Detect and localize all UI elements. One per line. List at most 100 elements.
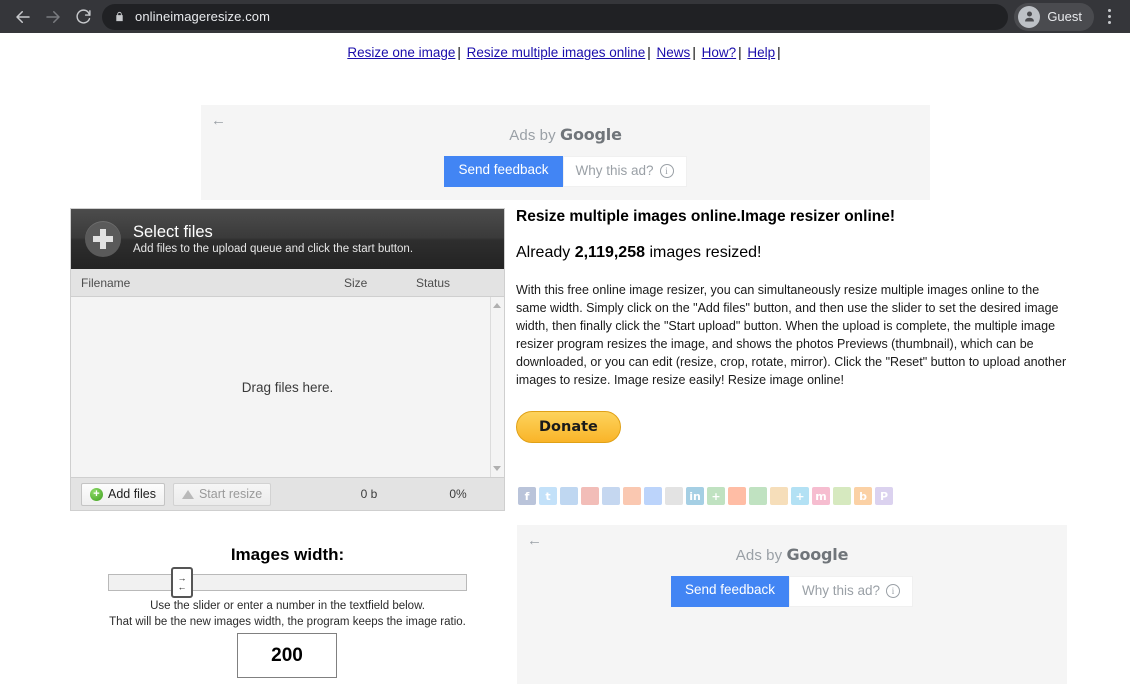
nav-separator: | — [647, 45, 651, 60]
site-nav: Resize one image | Resize multiple images… — [0, 33, 1130, 60]
reload-icon — [75, 9, 91, 24]
blogger-icon[interactable]: b — [854, 487, 872, 505]
uploader-subtitle: Add files to the upload queue and click … — [133, 243, 414, 256]
back-arrow-icon — [16, 10, 30, 23]
address-bar-url: onlineimageresize.com — [135, 9, 271, 24]
profile-button[interactable]: Guest — [1014, 2, 1094, 31]
nav-separator: | — [457, 45, 461, 60]
green-plus-icon: + — [90, 487, 103, 501]
twitter-icon[interactable]: t — [539, 487, 557, 505]
nav-link-resize-one[interactable]: Resize one image — [347, 45, 455, 60]
why-this-ad-button[interactable]: Why this ad? i — [789, 576, 914, 607]
ad-back-arrow-icon[interactable]: ← — [211, 113, 226, 128]
google-wordmark: Google — [560, 125, 622, 144]
arrow-left-glyph: ← — [177, 582, 187, 592]
upload-arrow-icon — [181, 489, 194, 499]
add-green-icon[interactable]: + — [707, 487, 725, 505]
arrow-right-glyph: → — [177, 573, 187, 583]
ad-label-prefix: Ads by — [509, 127, 556, 144]
browser-toolbar: onlineimageresize.com Guest — [0, 0, 1130, 33]
ad-banner-bottom: ← Ads by Google Send feedback Why this a… — [517, 525, 1067, 684]
images-width-title: Images width: — [230, 545, 345, 564]
dropzone-scrollbar[interactable] — [490, 297, 504, 477]
slider-hint-line1: Use the slider or enter a number in the … — [150, 600, 425, 612]
social-share-row: f t in + + m b P — [518, 487, 893, 505]
rss-icon[interactable] — [623, 487, 641, 505]
file-uploader-panel: Select files Add files to the upload que… — [70, 208, 505, 511]
chat-green-icon[interactable] — [749, 487, 767, 505]
file-dropzone[interactable]: Drag files here. — [71, 297, 504, 478]
uploader-header: Select files Add files to the upload que… — [71, 209, 504, 269]
plus-icon[interactable] — [85, 221, 121, 257]
reddit-icon[interactable] — [728, 487, 746, 505]
width-input[interactable]: 200 — [237, 633, 337, 678]
three-dot-menu-icon[interactable] — [1096, 3, 1122, 31]
windows-icon[interactable] — [560, 487, 578, 505]
google-icon[interactable] — [581, 487, 599, 505]
nav-link-news[interactable]: News — [657, 45, 691, 60]
reload-button[interactable] — [68, 2, 98, 32]
column-header-size: Size — [344, 275, 368, 290]
description-paragraph: With this free online image resizer, you… — [516, 282, 1067, 388]
slider-hint: Use the slider or enter a number in the … — [70, 599, 505, 630]
ads-by-google-label: Ads by Google — [201, 105, 930, 144]
nav-link-resize-multiple[interactable]: Resize multiple images online — [467, 45, 646, 60]
send-feedback-button[interactable]: Send feedback — [444, 156, 563, 187]
lock-glyph — [116, 11, 123, 22]
start-resize-label: Start resize — [198, 486, 263, 501]
nav-link-how[interactable]: How? — [702, 45, 737, 60]
google-plus-icon[interactable] — [644, 487, 662, 505]
linkedin-icon[interactable]: in — [686, 487, 704, 505]
nav-link-help[interactable]: Help — [747, 45, 775, 60]
page-body: Resize one image | Resize multiple images… — [0, 33, 1130, 684]
pinterest-icon[interactable]: P — [875, 487, 893, 505]
google-wordmark: Google — [786, 545, 849, 564]
avatar-glyph — [1024, 11, 1034, 22]
forward-arrow-icon — [46, 10, 60, 23]
column-header-status: Status — [416, 275, 451, 290]
width-slider-handle[interactable]: → ← — [171, 567, 193, 598]
page-title: Resize multiple images online.Image resi… — [516, 208, 896, 225]
uploader-title: Select files — [133, 222, 213, 241]
facebook-icon[interactable]: f — [518, 487, 536, 505]
ad-back-arrow-icon[interactable]: ← — [527, 533, 542, 548]
ad-button-group: Send feedback Why this ad? i — [517, 576, 1067, 607]
info-icon: i — [659, 164, 674, 179]
why-this-ad-label: Why this ad? — [802, 583, 881, 598]
uploader-column-headers: Filename Size Status — [71, 269, 504, 297]
dropzone-label: Drag files here. — [241, 379, 334, 395]
total-size-value: 0 b — [360, 487, 378, 501]
share-multi-icon[interactable] — [833, 487, 851, 505]
lock-icon — [114, 10, 125, 23]
blue-share-icon[interactable] — [602, 487, 620, 505]
scroll-down-arrow-icon[interactable] — [493, 466, 501, 471]
forward-button[interactable] — [38, 2, 68, 32]
back-button[interactable] — [8, 2, 38, 32]
donate-button[interactable]: Donate — [516, 411, 621, 444]
mixx-icon[interactable]: m — [812, 487, 830, 505]
add-blue-icon[interactable]: + — [791, 487, 809, 505]
info-icon: i — [886, 584, 901, 599]
why-this-ad-button[interactable]: Why this ad? i — [562, 156, 687, 187]
ad-button-group: Send feedback Why this ad? i — [201, 156, 930, 187]
grey-share-icon[interactable] — [665, 487, 683, 505]
progress-percent-value: 0% — [449, 487, 467, 501]
scroll-up-arrow-icon[interactable] — [493, 303, 501, 308]
resized-counter: Already 2,119,258 images resized! — [516, 244, 1068, 262]
nav-separator: | — [692, 45, 696, 60]
ad-banner-top: ← Ads by Google Send feedback Why this a… — [201, 105, 930, 200]
nav-separator: | — [777, 45, 781, 60]
width-slider-track[interactable]: → ← — [108, 567, 467, 598]
uploader-footer: + Add files Start resize 0 b 0% — [71, 478, 504, 510]
send-feedback-button[interactable]: Send feedback — [670, 576, 790, 607]
person-avatar-icon — [1018, 5, 1041, 28]
nav-separator: | — [738, 45, 742, 60]
ad-label-prefix: Ads by — [735, 547, 783, 564]
address-bar[interactable]: onlineimageresize.com — [102, 3, 1009, 30]
start-resize-button[interactable]: Start resize — [172, 482, 272, 506]
why-this-ad-label: Why this ad? — [575, 163, 654, 178]
counter-value: 2,119,258 — [574, 243, 645, 261]
add-files-button[interactable]: + Add files — [81, 482, 165, 506]
person-icon[interactable] — [770, 487, 788, 505]
column-header-filename: Filename — [81, 275, 131, 290]
